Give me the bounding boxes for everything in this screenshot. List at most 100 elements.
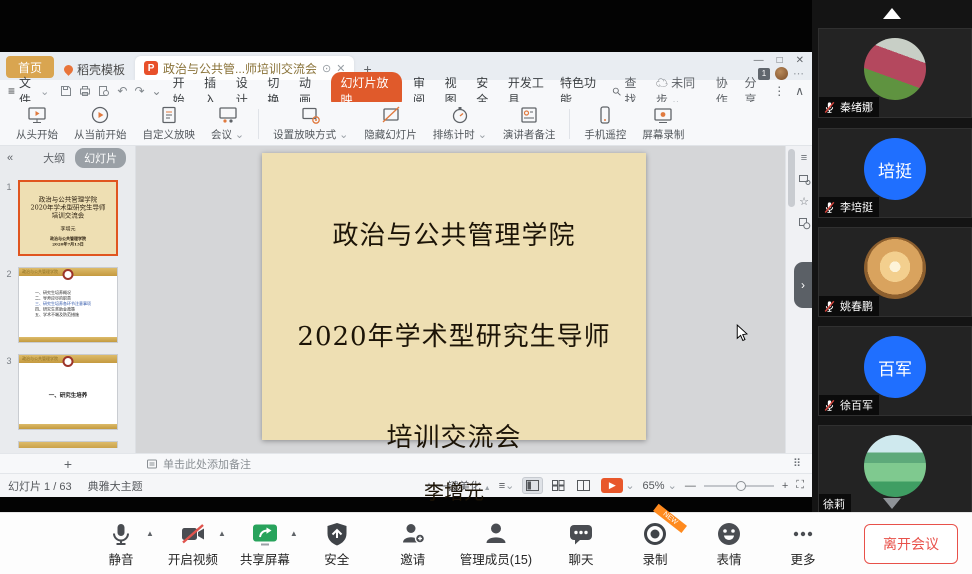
chat-bubble-icon (568, 521, 594, 547)
layout-grid-icon[interactable]: ⠿ (782, 457, 812, 470)
add-slide-button[interactable]: + (0, 456, 136, 472)
share-options-chevron[interactable]: ▲ (290, 529, 298, 538)
zoom-in-button[interactable]: + (782, 480, 788, 492)
participant-avatar-photo (864, 38, 926, 100)
redo-icon[interactable]: ↷ (134, 84, 144, 98)
slide-footer-bar (19, 424, 117, 429)
hide-slide-button[interactable]: 隐藏幻灯片 (356, 105, 425, 142)
play-from-current-button[interactable]: 从当前开始 (66, 105, 135, 142)
kebab-menu-icon[interactable]: ⋮ (773, 84, 785, 98)
slide-thumbnail-2[interactable]: 政治与公共管理学院 一、研究生培养概况 二、导师应尽的职责 三、研究生培养各环节… (18, 267, 118, 343)
cloud-icon: ☁ (656, 76, 668, 90)
beautify-star-icon[interactable]: ☆ (799, 195, 809, 208)
slide-header-bar (19, 442, 117, 448)
rehearse-timing-label: 排练计时 ⌄ (433, 127, 487, 142)
mic-muted-icon (823, 101, 836, 114)
participant-avatar-photo (864, 237, 926, 299)
security-button[interactable]: 安全 (312, 520, 362, 568)
participant-avatar-photo (864, 435, 926, 497)
hamburger-icon: ≡ (8, 84, 15, 98)
scroll-down-arrow[interactable] (883, 498, 901, 509)
task-pane-menu-icon[interactable]: ≡ (801, 152, 807, 164)
start-video-button[interactable]: 开启视频 (168, 520, 218, 568)
current-slide[interactable]: 政治与公共管理学院 2020年学术型研究生导师 培训交流会 李增元 政治与公共管… (262, 153, 646, 440)
fullscreen-icon[interactable]: ⛶ (796, 479, 804, 492)
more-dots-icon (790, 521, 816, 547)
collapse-ribbon-icon[interactable]: ∧ (795, 84, 804, 98)
chat-button[interactable]: 聊天 (556, 520, 606, 568)
mic-muted-icon (823, 201, 836, 214)
expand-task-pane-handle[interactable]: › (794, 262, 812, 308)
participant-avatar-initials: 百军 (864, 336, 926, 398)
presenter-notes-label: 演讲者备注 (503, 127, 556, 142)
tab-home-label: 首页 (18, 59, 42, 76)
leave-meeting-button[interactable]: 离开会议 (864, 524, 958, 564)
participant-tile[interactable]: 培挺 李培挺 (818, 128, 972, 218)
participant-tile[interactable]: 姚春鹏 (818, 227, 972, 317)
thumb1-title1: 政治与公共管理学院 (20, 196, 116, 204)
mute-options-chevron[interactable]: ▲ (146, 529, 154, 538)
record-button[interactable]: NEW 录制 (630, 520, 680, 568)
outline-tab[interactable]: 大纲 (43, 150, 65, 166)
tab-docer-label: 稻壳模板 (77, 61, 125, 78)
theme-name[interactable]: 典雅大主题 (88, 478, 143, 494)
custom-show-button[interactable]: 自定义放映 (135, 105, 204, 142)
slide-thumbnail-4-partial[interactable] (18, 441, 118, 448)
slide-number: 3 (0, 354, 18, 430)
screen-record-button[interactable]: 屏幕录制 (634, 105, 692, 142)
zoom-level[interactable]: 65% ⌄ (643, 479, 677, 492)
slide-settings-icon[interactable] (798, 173, 811, 186)
rehearse-timing-button[interactable]: 排练计时 ⌄ (425, 105, 495, 142)
wps-presentation-window: 首页 稻壳模板 P 政治与公共管...师培训交流会 ⊙ ✕ + — □ ✕ (0, 52, 812, 497)
presenter-notes-button[interactable]: 演讲者备注 (495, 105, 564, 142)
participant-name: 姚春鹏 (840, 298, 873, 314)
slide-thumbnail-1-selected[interactable]: 政治与公共管理学院 2020年学术型研究生导师 培训交流会 李增元 政治与公共管… (18, 180, 118, 256)
video-options-chevron[interactable]: ▲ (218, 529, 226, 538)
right-side-strip: ≡ ☆ › (785, 146, 812, 453)
slide-number: 1 (0, 180, 18, 256)
mute-button[interactable]: 静音 (96, 520, 146, 568)
notes-input[interactable]: 单击此处添加备注 (136, 456, 782, 472)
emoji-button[interactable]: 表情 (704, 520, 754, 568)
thumb1-author: 李增元 (20, 225, 116, 233)
save-icon[interactable] (60, 85, 72, 97)
custom-show-label: 自定义放映 (143, 127, 196, 142)
manage-members-button[interactable]: 管理成员(15) (460, 520, 532, 568)
play-from-start-label: 从头开始 (16, 127, 58, 142)
minimize-button[interactable]: — (754, 55, 764, 66)
invite-button[interactable]: 邀请 (388, 520, 438, 568)
slide-editing-canvas[interactable]: 政治与公共管理学院 2020年学术型研究生导师 培训交流会 李增元 政治与公共管… (136, 146, 785, 453)
slide-thumbnail-3[interactable]: 政治与公共管理学院 一、研究生培养 (18, 354, 118, 430)
tab-docer-templates[interactable]: 稻壳模板 (54, 58, 135, 80)
notes-placeholder: 单击此处添加备注 (163, 456, 251, 472)
participant-tile[interactable]: 百军 徐百军 (818, 326, 972, 416)
shapes-icon[interactable] (798, 217, 811, 230)
vertical-scrollbar-thumb[interactable] (788, 149, 795, 207)
slide-counter: 幻灯片 1 / 63 (8, 478, 72, 494)
share-screen-button[interactable]: 共享屏幕 (240, 520, 290, 568)
print-icon[interactable] (79, 85, 91, 97)
docer-flame-icon (62, 63, 75, 76)
zoom-out-button[interactable]: — (685, 480, 696, 492)
ribbon-divider (569, 109, 570, 139)
participant-tile[interactable]: 秦绪娜 (818, 28, 972, 118)
meeting-toolbar: 静音 ▲ 开启视频 ▲ 共享屏幕 ▲ 安全 (0, 512, 972, 574)
phone-remote-button[interactable]: 手机遥控 (576, 105, 634, 142)
setup-show-button[interactable]: 设置放映方式 ⌄ (265, 105, 356, 142)
meeting-button[interactable]: 会议 ⌄ (203, 105, 252, 142)
more-button[interactable]: 更多 (778, 520, 828, 568)
scroll-up-arrow[interactable] (883, 8, 901, 19)
mouse-cursor (735, 324, 749, 342)
slides-tab-active[interactable]: 幻灯片 (75, 148, 126, 168)
invite-person-icon (400, 521, 426, 547)
qat-chevron-icon[interactable]: ⌄ (152, 84, 162, 98)
zoom-slider-knob[interactable] (736, 481, 746, 491)
slide-thumbnail-panel: « 大纲 幻灯片 1 政治与公共管理学院 2020年学术型 (0, 146, 136, 453)
close-button[interactable]: ✕ (796, 55, 804, 66)
play-from-start-button[interactable]: 从头开始 (8, 105, 66, 142)
undo-icon[interactable]: ↶ (117, 84, 127, 98)
zoom-slider[interactable] (704, 485, 774, 487)
collapse-panel-button[interactable]: « (7, 152, 13, 164)
print-preview-icon[interactable] (98, 85, 110, 97)
maximize-button[interactable]: □ (777, 55, 783, 66)
